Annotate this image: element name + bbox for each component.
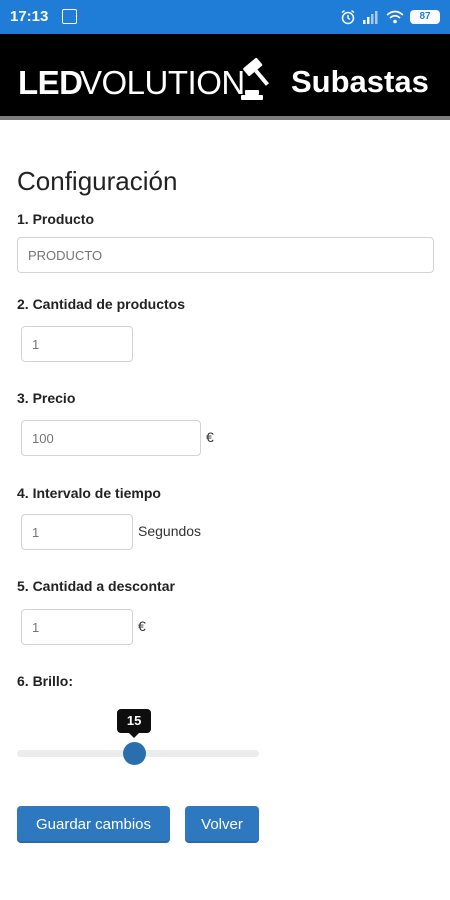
- image-icon: [62, 9, 77, 24]
- brightness-slider-handle[interactable]: [122, 742, 146, 765]
- quantity-input[interactable]: [21, 326, 133, 362]
- interval-label: 4. Intervalo de tiempo: [17, 485, 161, 501]
- back-button[interactable]: Volver: [185, 806, 259, 843]
- discount-currency: €: [138, 618, 146, 634]
- price-label: 3. Precio: [17, 390, 76, 406]
- product-input[interactable]: [17, 237, 434, 273]
- save-button[interactable]: Guardar cambios: [17, 806, 170, 843]
- discount-input[interactable]: [21, 609, 133, 645]
- wifi-icon: [386, 10, 404, 24]
- status-time: 17:13: [10, 8, 49, 25]
- brand-name-light: VOLUTION: [80, 64, 245, 101]
- interval-input[interactable]: [21, 514, 133, 550]
- status-icons: 87: [340, 8, 440, 26]
- app-header: LED VOLUTION Subastas: [0, 34, 450, 120]
- gavel-icon: [241, 57, 270, 100]
- product-label: 1. Producto: [17, 211, 95, 227]
- brightness-slider-fill: [17, 750, 135, 757]
- quantity-label: 2. Cantidad de productos: [17, 296, 186, 312]
- header-divider: [0, 116, 450, 120]
- signal-icon: [363, 11, 378, 24]
- interval-unit: Segundos: [138, 523, 202, 539]
- price-currency: €: [206, 429, 214, 445]
- alarm-icon: [341, 9, 355, 25]
- discount-label: 5. Cantidad a descontar: [17, 578, 175, 594]
- brightness-label: 6. Brillo:: [17, 673, 74, 689]
- price-input[interactable]: [21, 420, 201, 456]
- brand-subtitle: Subastas: [291, 64, 429, 99]
- page-title: Configuración: [17, 166, 178, 196]
- battery-icon: 87: [410, 10, 440, 24]
- status-bar: 17:13 87: [0, 0, 450, 34]
- brightness-value-tooltip: 15: [117, 709, 152, 733]
- tooltip-arrow-icon: [129, 733, 140, 738]
- brand-name-bold: LED: [18, 64, 83, 101]
